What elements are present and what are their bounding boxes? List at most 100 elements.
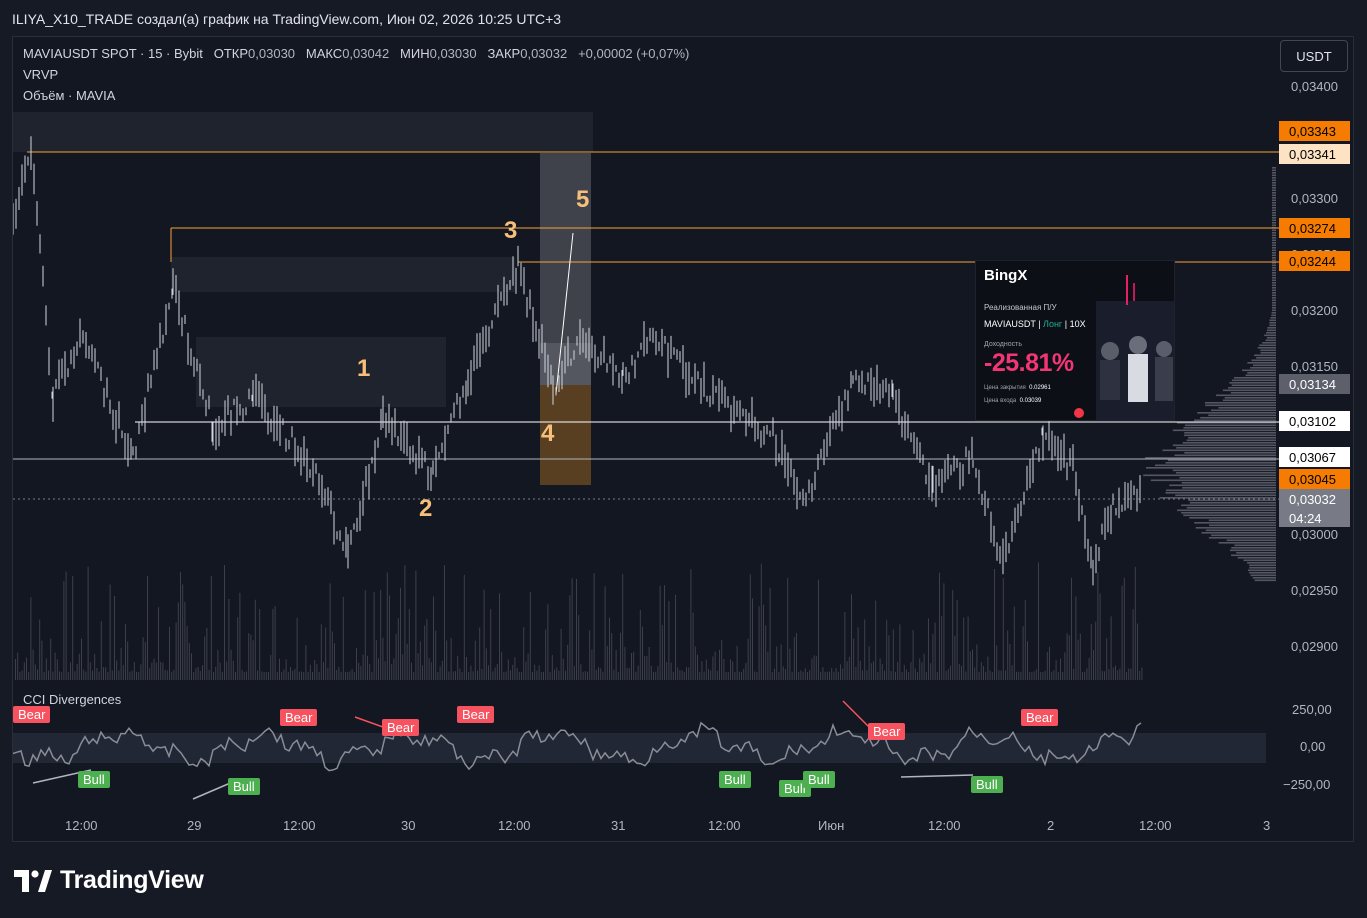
volume-bar bbox=[512, 664, 514, 680]
chart-canvas[interactable] bbox=[13, 37, 1354, 842]
vrvp-bar bbox=[1200, 417, 1276, 419]
vrvp-bar bbox=[1143, 474, 1276, 477]
bear-signal: Bear bbox=[868, 723, 906, 740]
bingx-pnl-card: BingX Реализованная П/У MAVIAUSDT | Лонг… bbox=[975, 260, 1175, 421]
time-axis-label: 12:00 bbox=[1139, 818, 1172, 833]
volume-bar bbox=[296, 617, 298, 680]
volume-bar bbox=[455, 671, 456, 680]
vrvp-bar bbox=[1189, 502, 1276, 504]
vrvp-bar bbox=[1272, 247, 1276, 249]
vrvp-bar bbox=[1194, 419, 1276, 422]
volume-bar bbox=[290, 667, 291, 680]
bingx-entry-price-label: Цена входа bbox=[984, 398, 1017, 404]
price-tag-2: 0,03274 bbox=[1279, 218, 1350, 238]
volume-bar bbox=[1112, 667, 1114, 680]
volume-bar bbox=[298, 671, 300, 680]
volume-legend[interactable]: Объём · MAVIA bbox=[23, 88, 115, 103]
volume-bar bbox=[679, 670, 681, 680]
volume-bar bbox=[287, 672, 289, 680]
volume-bar bbox=[738, 671, 740, 680]
volume-bar bbox=[232, 660, 234, 680]
volume-bar bbox=[32, 649, 34, 680]
volume-bar bbox=[305, 645, 307, 680]
volume-bar bbox=[39, 619, 41, 680]
vrvp-bar bbox=[1272, 194, 1276, 197]
bear-divergence-line bbox=[354, 716, 384, 728]
volume-bar bbox=[818, 579, 819, 680]
volume-bar bbox=[338, 666, 340, 680]
volume-bar bbox=[547, 604, 549, 680]
volume-bar bbox=[780, 644, 782, 680]
volume-bar bbox=[624, 647, 626, 680]
volume-bar bbox=[809, 670, 811, 680]
vrvp-bar bbox=[1272, 212, 1276, 214]
volume-bar bbox=[914, 668, 916, 680]
volume-bar bbox=[270, 655, 272, 680]
vrvp-bar bbox=[1169, 484, 1276, 487]
vrvp-bar bbox=[1182, 442, 1276, 444]
tradingview-logo[interactable]: TradingView bbox=[14, 866, 204, 895]
volume-bar bbox=[1073, 668, 1075, 680]
vrvp-legend[interactable]: VRVP bbox=[23, 67, 58, 82]
vrvp-bar bbox=[1201, 532, 1276, 534]
volume-bar bbox=[136, 671, 137, 680]
price-axis-label: 0,03200 bbox=[1291, 303, 1338, 318]
volume-bar bbox=[386, 572, 388, 680]
volume-bar bbox=[138, 672, 140, 680]
volume-bar bbox=[857, 627, 859, 680]
bear-signal: Bear bbox=[13, 706, 51, 723]
volume-bar bbox=[793, 637, 795, 680]
currency-button[interactable]: USDT bbox=[1280, 40, 1348, 72]
open-label: ОТКР bbox=[213, 46, 249, 61]
volume-bar bbox=[569, 595, 571, 680]
vrvp-bar bbox=[1272, 274, 1276, 277]
time-axis-label: 3 bbox=[1263, 818, 1271, 833]
volume-bar bbox=[672, 671, 674, 680]
vrvp-bar bbox=[1209, 524, 1276, 527]
volume-bar bbox=[15, 659, 16, 680]
cci-legend[interactable]: CCI Divergences bbox=[23, 692, 121, 707]
volume-bar bbox=[470, 665, 472, 680]
volume-bar bbox=[562, 658, 564, 680]
vrvp-bar bbox=[1266, 337, 1276, 339]
vrvp-bar bbox=[1230, 392, 1276, 394]
vrvp-bar bbox=[1182, 487, 1276, 489]
time-axis-label: Июн bbox=[818, 818, 845, 833]
volume-bar bbox=[690, 569, 692, 680]
vrvp-bar bbox=[1272, 304, 1276, 307]
volume-bar bbox=[1093, 650, 1094, 680]
volume-bar bbox=[191, 653, 192, 680]
volume-bar bbox=[952, 590, 954, 680]
volume-bar bbox=[215, 666, 217, 680]
volume-bar bbox=[549, 672, 551, 680]
bear-divergence-line bbox=[842, 700, 870, 728]
volume-bar bbox=[835, 668, 837, 680]
vrvp-bar bbox=[1272, 264, 1276, 267]
volume-bar bbox=[1130, 668, 1132, 680]
symbol-legend[interactable]: MAVIAUSDT SPOT · 15 · Bybit ОТКР0,03030 … bbox=[23, 46, 689, 61]
volume-bar bbox=[496, 664, 498, 680]
volume-bar bbox=[96, 668, 98, 680]
open-value: 0,03030 bbox=[248, 46, 296, 61]
volume-bar bbox=[336, 669, 338, 680]
price-axis-label: 0,03150 bbox=[1291, 359, 1338, 374]
price-axis-label: 0,03000 bbox=[1291, 527, 1338, 542]
volume-bar bbox=[558, 670, 560, 680]
vrvp-bar bbox=[1183, 427, 1276, 429]
volume-bar bbox=[243, 672, 245, 680]
volume-bar bbox=[703, 671, 705, 680]
volume-bar bbox=[655, 671, 657, 680]
change-value: +0,00002 (+0,07%) bbox=[578, 46, 690, 61]
vrvp-bar bbox=[1272, 269, 1276, 272]
volume-bar bbox=[173, 669, 175, 680]
bear-signal: Bear bbox=[382, 719, 420, 736]
tradingview-brand-text: TradingView bbox=[60, 866, 204, 894]
volume-bar bbox=[208, 669, 210, 680]
volume-bar bbox=[345, 671, 346, 680]
volume-bar bbox=[688, 667, 690, 680]
volume-bar bbox=[129, 671, 131, 680]
volume-bar bbox=[439, 666, 441, 680]
vrvp-bar bbox=[1159, 497, 1276, 499]
volume-bar bbox=[382, 637, 384, 680]
price-tag-4: 0,03134 bbox=[1279, 374, 1350, 394]
